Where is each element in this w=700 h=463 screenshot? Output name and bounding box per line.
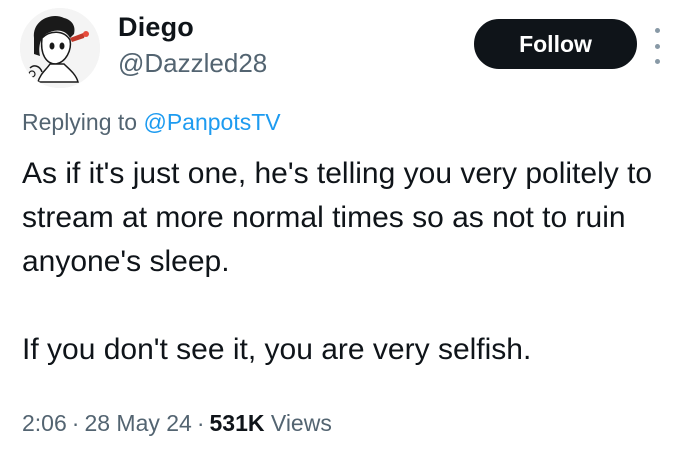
reply-prefix: Replying to [22,109,138,135]
tweet-time[interactable]: 2:06 [22,410,67,436]
more-options-icon[interactable] [652,28,662,64]
meta-separator: · [196,410,205,436]
more-dot [654,28,660,33]
meta-separator: · [71,410,80,436]
follow-button[interactable]: Follow [474,19,637,69]
more-dot [654,59,660,64]
tweet-meta: 2:06 · 28 May 24 · 531K Views [22,412,332,435]
tweet-text: As if it's just one, he's telling you ve… [22,152,682,372]
more-dot [654,43,660,49]
avatar[interactable] [20,8,100,88]
avatar-illustration [20,8,100,88]
reply-mention-link[interactable]: @PanpotsTV [143,109,280,135]
tweet-paragraph: If you don't see it, you are very selfis… [22,333,532,366]
views-count[interactable]: 531K [210,410,265,436]
author-handle[interactable]: @Dazzled28 [118,50,267,76]
tweet-paragraph: As if it's just one, he's telling you ve… [22,157,653,278]
tweet-date[interactable]: 28 May 24 [84,410,191,436]
views-label[interactable]: Views [271,410,332,436]
author-display-name[interactable]: Diego [118,14,194,41]
reply-context: Replying to @PanpotsTV [22,111,281,134]
